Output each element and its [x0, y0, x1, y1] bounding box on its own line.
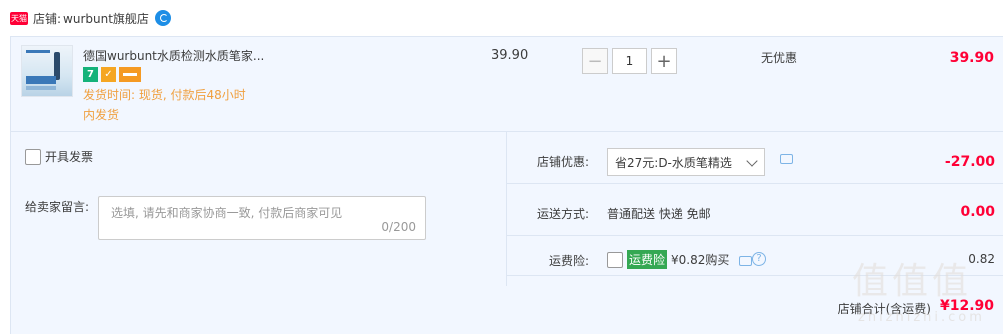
- quantity-decrease-button[interactable]: −: [582, 48, 608, 74]
- product-thumbnail[interactable]: [21, 45, 73, 97]
- thumbnail-band-light: [26, 86, 56, 90]
- thumbnail-header-band: [26, 50, 50, 53]
- shipping-method-label: 运送方式:: [536, 207, 589, 221]
- watermark-url: zhizhizhi.com: [858, 310, 985, 325]
- chat-bubble-icon[interactable]: [739, 256, 752, 266]
- quantity-input[interactable]: 1: [612, 48, 647, 74]
- wangwang-chat-icon[interactable]: [154, 10, 171, 26]
- promotion-text: 无优惠: [761, 51, 798, 65]
- shipping-insurance-option[interactable]: 运费险 ¥0.82购买: [607, 250, 729, 269]
- shipping-insurance-checkbox[interactable]: [607, 251, 623, 268]
- item-subtotal: 39.90: [949, 50, 994, 66]
- service-badges: 7 ✓: [83, 67, 141, 82]
- shipping-insurance-tag: 运费险: [627, 250, 668, 269]
- shop-coupon-discount: -27.00: [944, 154, 995, 170]
- seller-note-char-count: 0/200: [381, 220, 416, 234]
- shop-header: 天猫 店铺: wurbunt旗舰店: [0, 0, 1003, 36]
- shipping-method-row: 运送方式: 普通配送 快递 免邮 0.00: [507, 184, 1003, 236]
- chat-bubble-icon[interactable]: [780, 154, 793, 164]
- shop-coupon-label: 店铺优惠:: [536, 155, 589, 169]
- shipping-cost: 0.00: [960, 204, 995, 220]
- invoice-checkbox[interactable]: [25, 148, 41, 165]
- shop-coupon-value: 省27元:D-水质笔精选: [615, 155, 732, 170]
- credit-card-icon[interactable]: [119, 67, 141, 82]
- seller-note-label: 给卖家留言:: [25, 200, 90, 214]
- shipping-insurance-price: 0.82: [968, 252, 995, 266]
- shop-coupon-select[interactable]: 省27元:D-水质笔精选: [607, 148, 765, 176]
- seven-day-return-icon[interactable]: 7: [83, 67, 98, 82]
- chevron-down-icon: [746, 155, 758, 167]
- thumbnail-band: [26, 76, 56, 84]
- shop-name-link[interactable]: wurbunt旗舰店: [63, 10, 149, 27]
- guarantee-shield-icon[interactable]: ✓: [101, 67, 116, 82]
- product-title-link[interactable]: 德国wurbunt水质检测水质笔家...: [83, 47, 264, 64]
- invoice-label[interactable]: 开具发票: [45, 148, 93, 165]
- invoice-option[interactable]: 开具发票: [25, 148, 93, 165]
- shipping-insurance-label: 运费险:: [548, 254, 589, 268]
- ship-time-text-cont: 内发货: [83, 108, 120, 122]
- seller-note-textarea[interactable]: 选填, 请先和商家协商一致, 付款后商家可见 0/200: [98, 196, 426, 240]
- quantity-increase-button[interactable]: +: [651, 48, 677, 74]
- quantity-stepper: − 1 +: [582, 48, 677, 76]
- help-question-icon[interactable]: ?: [752, 252, 766, 266]
- unit-price: 39.90: [491, 48, 529, 63]
- tmall-badge: 天猫: [10, 11, 28, 25]
- shop-coupon-row: 店铺优惠: 省27元:D-水质笔精选 -27.00: [507, 132, 1003, 184]
- shipping-method-value: 普通配送 快递 免邮: [607, 207, 711, 221]
- shop-prefix: 店铺:: [33, 11, 62, 26]
- ship-time-text: 发货时间: 现货, 付款后48小时: [83, 88, 246, 102]
- cart-item-row: 德国wurbunt水质检测水质笔家... 7 ✓ 发货时间: 现货, 付款后48…: [10, 36, 1003, 131]
- seller-note-placeholder: 选填, 请先和商家协商一致, 付款后商家可见: [111, 206, 343, 220]
- watermark-logo: 值值值: [852, 261, 973, 302]
- options-left-column: 开具发票 给卖家留言: 选填, 请先和商家协商一致, 付款后商家可见 0/200: [11, 132, 507, 307]
- shipping-insurance-price-text: ¥0.82购买: [671, 253, 730, 267]
